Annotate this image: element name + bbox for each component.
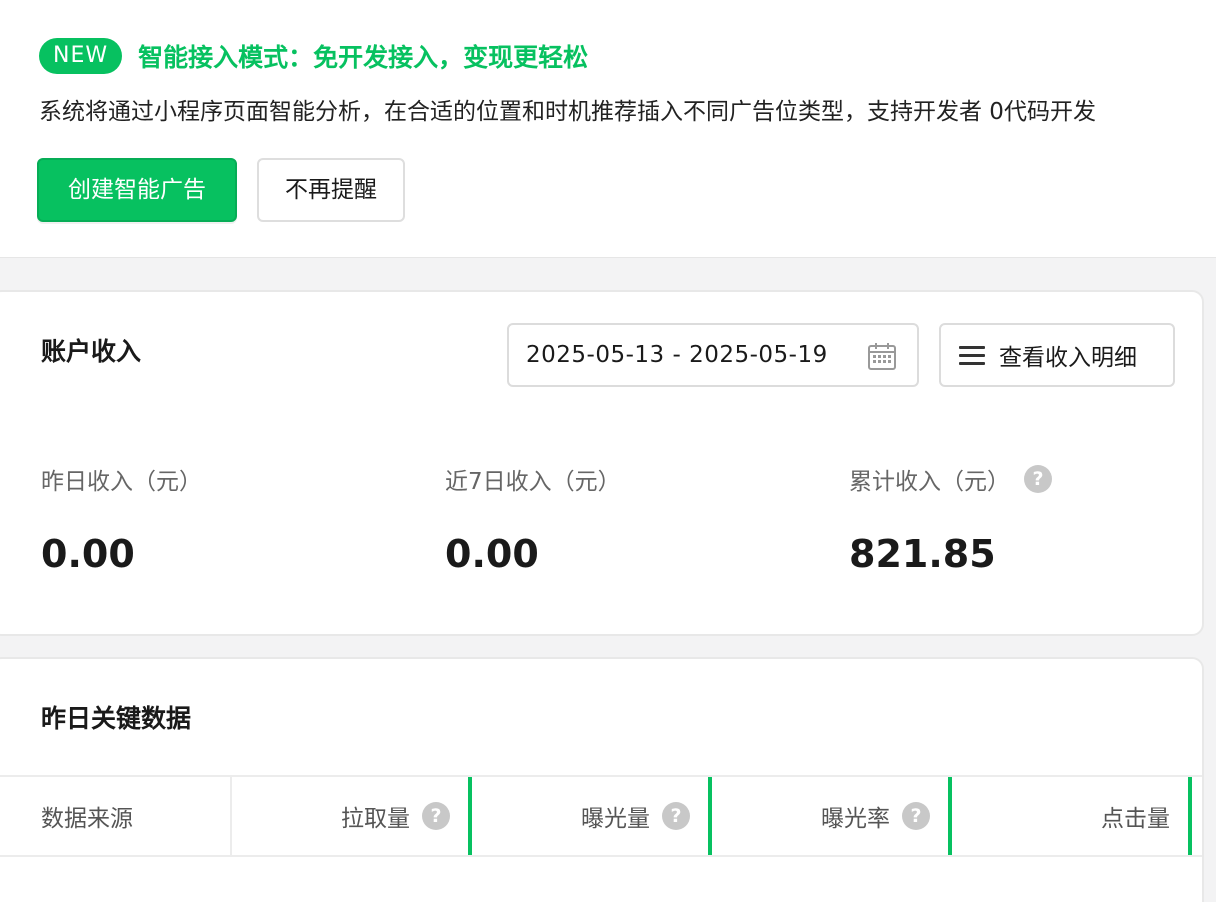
question-circle-icon[interactable]: ? bbox=[662, 802, 690, 830]
metric-label: 累计收入（元） bbox=[849, 469, 1010, 495]
metric-7day-income: 近7日收入（元） 0.00 bbox=[445, 462, 621, 576]
date-range-value: 2025-05-13 - 2025-05-19 bbox=[526, 342, 828, 368]
column-impressions[interactable]: 曝光量 ? bbox=[472, 777, 712, 855]
metric-total-income: 累计收入（元） ? 821.85 bbox=[849, 462, 1052, 576]
calendar-icon bbox=[868, 343, 896, 370]
view-income-detail-label: 查看收入明细 bbox=[999, 344, 1137, 370]
key-data-table-header: 数据来源 拉取量 ? 曝光量 ? 曝光率 ? 点击量 bbox=[0, 775, 1202, 857]
metric-value: 0.00 bbox=[41, 532, 135, 576]
question-circle-icon[interactable]: ? bbox=[902, 802, 930, 830]
column-label: 曝光率 bbox=[821, 806, 890, 832]
metric-yesterday-income: 昨日收入（元） 0.00 bbox=[41, 462, 202, 576]
column-label: 数据来源 bbox=[41, 806, 133, 832]
column-data-source[interactable]: 数据来源 bbox=[0, 777, 232, 855]
metric-label: 近7日收入（元） bbox=[445, 469, 621, 495]
key-data-card-title: 昨日关键数据 bbox=[41, 704, 192, 733]
banner-description: 系统将通过小程序页面智能分析，在合适的位置和时机推荐插入不同广告位类型，支持开发… bbox=[39, 99, 1096, 125]
income-card-title: 账户收入 bbox=[41, 337, 142, 366]
column-clicks[interactable]: 点击量 bbox=[952, 777, 1192, 855]
create-smart-ad-button[interactable]: 创建智能广告 bbox=[37, 158, 237, 222]
key-data-card: 昨日关键数据 数据来源 拉取量 ? 曝光量 ? 曝光率 ? 点击量 bbox=[0, 657, 1204, 902]
list-icon bbox=[959, 346, 985, 365]
smart-ad-banner: NEW 智能接入模式：免开发接入，变现更轻松 系统将通过小程序页面智能分析，在合… bbox=[0, 0, 1216, 258]
metric-value: 0.00 bbox=[445, 532, 539, 576]
banner-header: NEW 智能接入模式：免开发接入，变现更轻松 bbox=[39, 38, 588, 74]
date-range-picker[interactable]: 2025-05-13 - 2025-05-19 bbox=[507, 323, 919, 387]
new-badge: NEW bbox=[39, 38, 123, 74]
metric-label-row: 累计收入（元） ? bbox=[849, 462, 1052, 496]
column-pull-count[interactable]: 拉取量 ? bbox=[232, 777, 472, 855]
metric-label: 昨日收入（元） bbox=[41, 469, 202, 495]
dismiss-reminder-button[interactable]: 不再提醒 bbox=[257, 158, 405, 222]
column-label: 拉取量 bbox=[341, 806, 410, 832]
banner-title: 智能接入模式：免开发接入，变现更轻松 bbox=[138, 43, 589, 72]
column-label: 点击量 bbox=[1101, 806, 1170, 832]
account-income-card: 账户收入 2025-05-13 - 2025-05-19 查看收入明细 昨日收入… bbox=[0, 290, 1204, 636]
question-circle-icon[interactable]: ? bbox=[1024, 465, 1052, 493]
column-label: 曝光量 bbox=[581, 806, 650, 832]
metric-value: 821.85 bbox=[849, 532, 996, 576]
question-circle-icon[interactable]: ? bbox=[422, 802, 450, 830]
view-income-detail-button[interactable]: 查看收入明细 bbox=[939, 323, 1175, 387]
column-impression-rate[interactable]: 曝光率 ? bbox=[712, 777, 952, 855]
